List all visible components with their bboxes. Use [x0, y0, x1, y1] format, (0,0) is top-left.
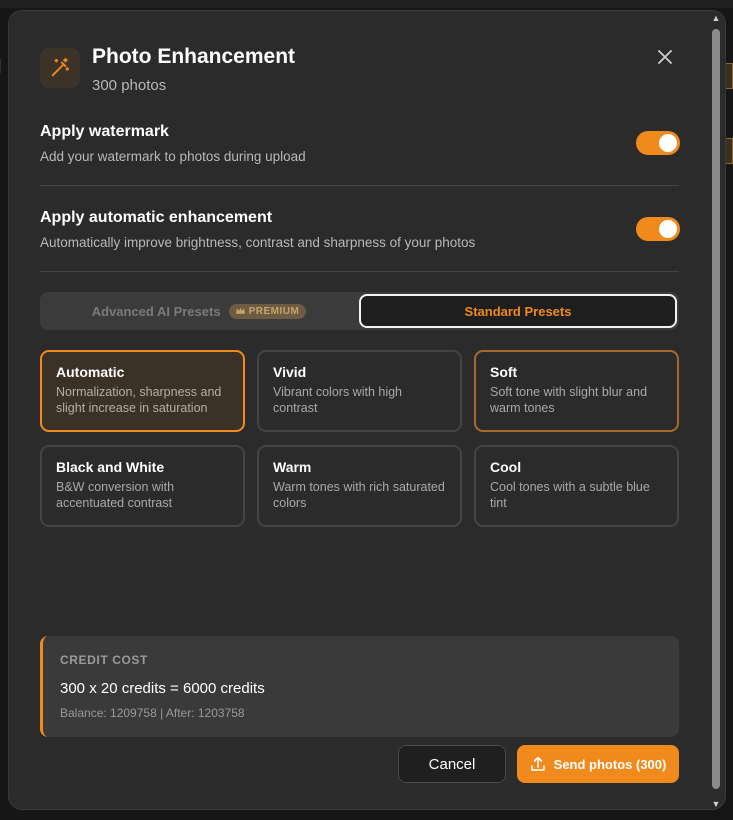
preset-card-soft[interactable]: Soft Soft tone with slight blur and warm… [474, 350, 679, 432]
backdrop-text-fragment: I [0, 56, 2, 79]
photo-count: 300 photos [92, 77, 167, 94]
scroll-thumb[interactable] [712, 29, 720, 789]
auto-enhancement-toggle[interactable] [636, 217, 680, 241]
premium-badge-label: PREMIUM [248, 305, 300, 317]
preset-description: B&W conversion with accentuated contrast [56, 480, 175, 510]
credit-calculation: 300 x 20 credits = 6000 credits [60, 680, 265, 697]
preset-title: Cool [490, 459, 522, 475]
scroll-down-arrow-icon[interactable]: ▼ [711, 799, 721, 809]
preset-title: Vivid [273, 364, 307, 380]
preset-card-automatic[interactable]: Automatic Normalization, sharpness and s… [40, 350, 245, 432]
credit-balance: Balance: 1209758 | After: 1203758 [60, 706, 245, 720]
preset-description: Soft tone with slight blur and warm tone… [490, 385, 648, 415]
preset-title: Warm [273, 459, 312, 475]
preset-title: Black and White [56, 459, 165, 475]
preset-description: Vibrant colors with high contrast [273, 385, 403, 415]
watermark-title: Apply watermark [40, 123, 169, 140]
auto-enhancement-description: Automatically improve brightness, contra… [40, 235, 476, 250]
modal-scrollbar[interactable]: ▲ ▼ [709, 11, 723, 811]
preset-card-warm[interactable]: Warm Warm tones with rich saturated colo… [257, 445, 462, 527]
toggle-knob [659, 220, 677, 238]
photo-enhancement-dialog: ▲ ▼ Photo Enhancement 300 photos Apply w… [8, 10, 726, 810]
preset-title: Soft [490, 364, 518, 380]
preset-description: Normalization, sharpness and slight incr… [56, 385, 222, 415]
send-photos-button[interactable]: Send photos (300) [517, 745, 679, 783]
close-icon[interactable] [653, 45, 677, 69]
credit-cost-label: CREDIT COST [60, 653, 148, 667]
credit-cost-panel: CREDIT COST 300 x 20 credits = 6000 cred… [40, 636, 679, 737]
magic-wand-icon [40, 48, 80, 88]
preset-description: Cool tones with a subtle blue tint [490, 480, 650, 510]
tab-standard-presets[interactable]: Standard Presets [359, 294, 677, 328]
scroll-up-arrow-icon[interactable]: ▲ [711, 13, 721, 23]
tab-advanced-label: Advanced AI Presets [91, 303, 221, 319]
watermark-description: Add your watermark to photos during uplo… [40, 149, 306, 164]
watermark-toggle[interactable] [636, 131, 680, 155]
upload-icon [530, 756, 545, 771]
preset-card-black-and-white[interactable]: Black and White B&W conversion with acce… [40, 445, 245, 527]
auto-enhancement-setting: Apply automatic enhancement Automaticall… [40, 209, 680, 253]
toggle-knob [659, 134, 677, 152]
backdrop-top-bar [0, 0, 733, 8]
tab-advanced-ai-presets[interactable]: Advanced AI Presets PREMIUM [40, 292, 358, 330]
dialog-title: Photo Enhancement [92, 45, 296, 68]
preset-description: Warm tones with rich saturated colors [273, 480, 445, 510]
crown-icon [235, 307, 245, 314]
auto-enhancement-title: Apply automatic enhancement [40, 209, 273, 226]
send-photos-label: Send photos (300) [553, 756, 667, 772]
preset-card-cool[interactable]: Cool Cool tones with a subtle blue tint [474, 445, 679, 527]
divider [40, 271, 679, 272]
preset-tabs: Advanced AI Presets PREMIUM Standard Pre… [40, 292, 679, 330]
preset-card-vivid[interactable]: Vivid Vibrant colors with high contrast [257, 350, 462, 432]
preset-title: Automatic [56, 364, 125, 380]
premium-badge: PREMIUM [228, 303, 307, 319]
cancel-button[interactable]: Cancel [398, 745, 506, 783]
watermark-setting: Apply watermark Add your watermark to ph… [40, 123, 680, 167]
divider [40, 185, 679, 186]
